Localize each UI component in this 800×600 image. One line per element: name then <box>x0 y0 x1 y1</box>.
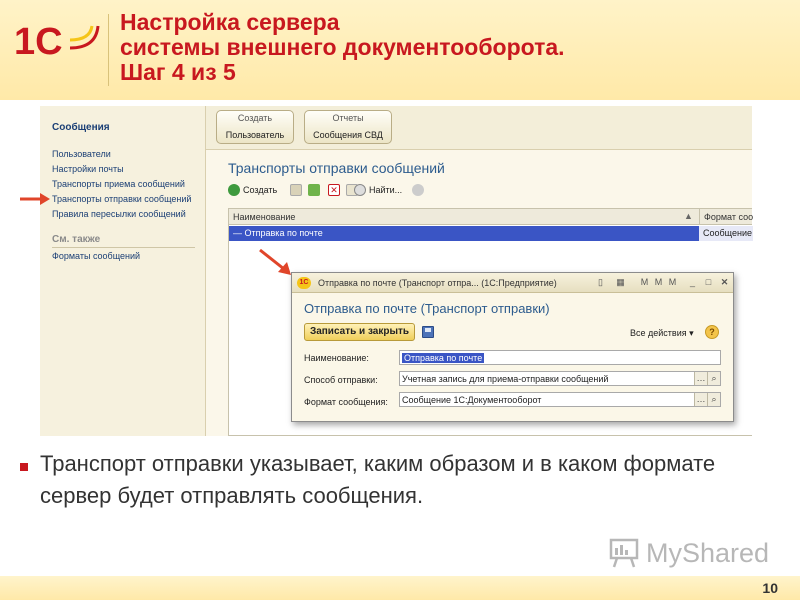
message-format-field[interactable]: Сообщение 1С:Документооборот <box>399 392 721 407</box>
list-form-title: Транспорты отправки сообщений <box>228 160 445 176</box>
nav-item-users[interactable]: Пользователи <box>52 149 111 159</box>
save-and-close-button[interactable]: Записать и закрыть <box>304 323 415 341</box>
nav-item-forward-rules[interactable]: Правила пересылки сообщений <box>52 209 186 219</box>
slide-footer: 10 <box>0 576 800 600</box>
select-button[interactable]: … <box>694 393 707 406</box>
logo-text: 1С <box>14 21 63 60</box>
save-disk-icon[interactable] <box>422 326 434 338</box>
delete-icon[interactable]: ✕ <box>328 184 340 196</box>
edit-icon[interactable] <box>308 184 320 196</box>
message-format-label: Формат сообщения: <box>304 397 388 407</box>
reports-group: Отчеты Сообщения СВД <box>304 110 392 144</box>
slide-bullet-text: Транспорт отправки указывает, каким обра… <box>40 451 716 508</box>
see-also-title: См. также <box>52 234 195 248</box>
dialog-titlebar: 1С Отправка по почте (Транспорт отпра...… <box>292 273 733 293</box>
page-number: 10 <box>762 580 778 596</box>
create-group: Создать Пользователь <box>216 110 294 144</box>
myshared-watermark: MyShared <box>608 536 769 570</box>
svd-messages-report-button[interactable]: Сообщения СВД <box>305 130 391 140</box>
send-method-value: Учетная запись для приема-отправки сообщ… <box>402 374 609 384</box>
bookmark-icon[interactable]: ▯ <box>594 276 607 289</box>
nav-panel: Сообщения Пользователи Настройки почты Т… <box>40 106 206 436</box>
title-line-1: Настройка сервера <box>120 9 340 35</box>
select-button[interactable]: … <box>694 372 707 385</box>
title-line-3: Шаг 4 из 5 <box>120 59 236 85</box>
memory-mminus-icon[interactable]: M <box>666 276 679 289</box>
plus-icon <box>228 184 240 196</box>
dialog-window-title: Отправка по почте (Транспорт отпра... (1… <box>318 278 557 288</box>
close-icon[interactable]: ✕ <box>718 276 731 289</box>
maximize-icon[interactable]: □ <box>702 276 715 289</box>
send-method-field[interactable]: Учетная запись для приема-отправки сообщ… <box>399 371 721 386</box>
copy-icon[interactable] <box>290 184 302 196</box>
row-name-text: Отправка по почте <box>244 228 323 238</box>
row-format-cell: Сообщение <box>699 226 753 241</box>
slide-title: Настройка сервера системы внешнего докум… <box>120 10 780 85</box>
all-actions-menu[interactable]: Все действия ▾ <box>630 328 694 339</box>
nav-item-mail-settings[interactable]: Настройки почты <box>52 164 124 174</box>
memory-m-icon[interactable]: M <box>638 276 651 289</box>
pointer-arrow-icon <box>20 193 50 205</box>
help-icon[interactable]: ? <box>705 325 719 339</box>
watermark-text: MyShared <box>646 537 770 568</box>
name-field-value: Отправка по почте <box>402 353 485 363</box>
column-header-format[interactable]: Формат сообщения <box>699 209 753 225</box>
command-bar: Создать Пользователь Отчеты Сообщения СВ… <box>206 106 752 150</box>
row-name-cell: — Отправка по почте <box>233 228 323 238</box>
table-row[interactable]: — Отправка по почте Сообщение <box>229 226 753 241</box>
nav-item-message-formats[interactable]: Форматы сообщений <box>52 251 140 261</box>
create-caption: Создать <box>237 113 273 123</box>
1c-app-icon: 1С <box>297 277 311 289</box>
pointer-arrow-icon <box>259 248 291 275</box>
minimize-icon[interactable]: _ <box>686 276 699 289</box>
transport-dialog: 1С Отправка по почте (Транспорт отпра...… <box>291 272 734 422</box>
title-line-2: системы внешнего документооборота. <box>120 34 565 60</box>
presentation-board-icon <box>609 538 639 568</box>
dialog-heading: Отправка по почте (Транспорт отправки) <box>304 301 550 316</box>
column-header-name[interactable]: Наименование <box>233 212 295 222</box>
magnifier-icon <box>354 184 366 196</box>
reports-caption: Отчеты <box>332 113 364 123</box>
list-toolbar: Создать ✕ Найти... <box>228 182 752 200</box>
sort-asc-icon: ▲ <box>684 211 693 221</box>
cancel-search-icon[interactable] <box>412 184 424 196</box>
name-field[interactable]: Отправка по почте <box>399 350 721 365</box>
calculator-icon[interactable]: ▦ <box>614 276 627 289</box>
find-button-label: Найти... <box>369 185 403 195</box>
create-user-button[interactable]: Пользователь <box>217 130 293 140</box>
name-label: Наименование: <box>304 353 369 363</box>
find-button[interactable]: Найти... <box>354 182 402 198</box>
table-header: Наименование ▲ Формат сообщения <box>229 209 753 225</box>
send-method-label: Способ отправки: <box>304 375 378 385</box>
message-format-value: Сообщение 1С:Документооборот <box>402 395 542 405</box>
slide-header: 1С Настройка сервера системы внешнего до… <box>0 0 800 100</box>
open-search-icon[interactable]: ⌕ <box>707 393 720 406</box>
header-divider <box>108 14 109 86</box>
nav-item-send-transports[interactable]: Транспорты отправки сообщений <box>52 194 191 204</box>
create-button[interactable]: Создать <box>228 182 277 198</box>
1c-logo: 1С <box>12 20 102 63</box>
open-search-icon[interactable]: ⌕ <box>707 372 720 385</box>
nav-title: Сообщения <box>52 122 110 133</box>
bullet-marker <box>20 463 28 471</box>
memory-mplus-icon[interactable]: M <box>652 276 665 289</box>
create-button-label: Создать <box>243 185 278 195</box>
nav-item-receive-transports[interactable]: Транспорты приема сообщений <box>52 179 185 189</box>
